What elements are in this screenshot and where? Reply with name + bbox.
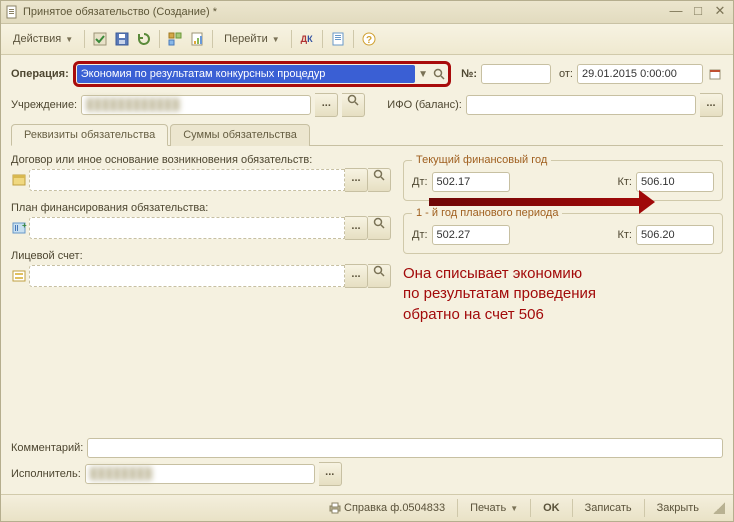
cur-dt-label: Дт:: [412, 176, 428, 188]
document-icon: [5, 5, 19, 19]
basis-open-button[interactable]: [368, 168, 391, 192]
org-open-button[interactable]: [342, 93, 365, 117]
p1-kt-input[interactable]: 506.20: [636, 225, 714, 245]
reference-button[interactable]: Справка ф.0504833: [322, 500, 451, 516]
account-open-button[interactable]: [368, 264, 391, 288]
goto-menu[interactable]: Перейти▼: [218, 31, 286, 47]
plan-input[interactable]: [29, 217, 345, 239]
titlebar: Принятое обязательство (Создание) * — □ …: [1, 1, 733, 24]
cur-dt-input[interactable]: 502.17: [432, 172, 510, 192]
comment-label: Комментарий:: [11, 442, 83, 454]
ifo-input[interactable]: [466, 95, 696, 115]
current-year-group: Текущий финансовый год Дт: 502.17 Кт: 50…: [403, 154, 723, 201]
svg-text:?: ?: [366, 35, 372, 46]
current-year-legend: Текущий финансовый год: [412, 154, 551, 166]
date-label: от:: [559, 68, 573, 80]
help-icon[interactable]: ?: [359, 29, 379, 49]
report-icon[interactable]: [187, 29, 207, 49]
comment-input[interactable]: [87, 438, 723, 458]
number-label: №:: [461, 68, 477, 80]
dtkt-icon[interactable]: ДК: [297, 29, 317, 49]
ifo-select-button[interactable]: ...: [700, 93, 723, 117]
printer-icon: [328, 502, 342, 514]
form-icon[interactable]: [328, 29, 348, 49]
refresh-icon[interactable]: [134, 29, 154, 49]
save-icon[interactable]: [112, 29, 132, 49]
arrow-annotation: [429, 198, 639, 206]
close-button[interactable]: Закрыть: [651, 500, 705, 516]
org-input[interactable]: ████████████: [81, 95, 311, 115]
org-select-button[interactable]: ...: [315, 93, 338, 117]
close-window-button[interactable]: ✕: [711, 5, 729, 19]
date-picker-icon[interactable]: [707, 66, 723, 82]
plan-label: План финансирования обязательства:: [11, 202, 391, 214]
post-icon[interactable]: [90, 29, 110, 49]
magnifier-icon[interactable]: [431, 66, 447, 82]
plan-select-button[interactable]: ...: [345, 216, 368, 240]
ok-button[interactable]: OK: [537, 500, 566, 516]
svg-text:+: +: [22, 221, 27, 230]
org-label: Учреждение:: [11, 99, 77, 111]
minimize-button[interactable]: —: [667, 5, 685, 19]
tab-sums[interactable]: Суммы обязательства: [170, 124, 310, 146]
toolbar: Действия▼ Перейти▼ ДК ?: [1, 24, 733, 55]
operation-highlight: Экономия по результатам конкурсных проце…: [73, 61, 451, 87]
operation-label: Операция:: [11, 68, 69, 80]
app-window: Принятое обязательство (Создание) * — □ …: [0, 0, 734, 522]
plan-year1-group: 1 - й год планового периода Дт: 502.27 К…: [403, 207, 723, 254]
window-title: Принятое обязательство (Создание) *: [23, 6, 667, 18]
resize-grip[interactable]: [713, 502, 725, 514]
commandbar: Справка ф.0504833 Печать▼ OK Записать За…: [1, 494, 733, 521]
plan-year1-legend: 1 - й год планового периода: [412, 207, 562, 219]
actions-menu[interactable]: Действия▼: [7, 31, 79, 47]
account-select-button[interactable]: ...: [345, 264, 368, 288]
tabs: Реквизиты обязательства Суммы обязательс…: [11, 123, 723, 146]
basis-select-button[interactable]: ...: [345, 168, 368, 192]
print-menu[interactable]: Печать▼: [464, 500, 524, 516]
p1-dt-label: Дт:: [412, 229, 428, 241]
structure-icon[interactable]: [165, 29, 185, 49]
operation-value: Экономия по результатам конкурсных проце…: [81, 68, 326, 80]
basis-ref-icon[interactable]: [11, 172, 27, 188]
executor-label: Исполнитель:: [11, 468, 81, 480]
maximize-button[interactable]: □: [689, 5, 707, 19]
cur-kt-input[interactable]: 506.10: [636, 172, 714, 192]
executor-select-button[interactable]: ...: [319, 462, 342, 486]
executor-input[interactable]: ████████: [85, 464, 315, 484]
p1-kt-label: Кт:: [617, 229, 632, 241]
plan-open-button[interactable]: [368, 216, 391, 240]
account-input[interactable]: [29, 265, 345, 287]
date-input[interactable]: 29.01.2015 0:00:00: [577, 64, 703, 84]
save-button[interactable]: Записать: [579, 500, 638, 516]
basis-label: Договор или иное основание возникновения…: [11, 154, 391, 166]
operation-field[interactable]: Экономия по результатам конкурсных проце…: [77, 65, 415, 83]
dropdown-icon[interactable]: ▼: [415, 66, 431, 82]
tab-body: Договор или иное основание возникновения…: [11, 154, 723, 325]
basis-input[interactable]: [29, 169, 345, 191]
p1-dt-input[interactable]: 502.27: [432, 225, 510, 245]
form-area: Операция: Экономия по результатам конкур…: [1, 55, 733, 494]
account-label: Лицевой счет:: [11, 250, 391, 262]
number-input[interactable]: [481, 64, 551, 84]
plan-ref-icon[interactable]: +: [11, 220, 27, 236]
annotation-text: Она списывает экономию по результатам пр…: [403, 264, 723, 325]
cur-kt-label: Кт:: [617, 176, 632, 188]
tab-requisites[interactable]: Реквизиты обязательства: [11, 124, 168, 146]
ifo-label: ИФО (баланс):: [387, 99, 462, 111]
account-ref-icon[interactable]: [11, 268, 27, 284]
